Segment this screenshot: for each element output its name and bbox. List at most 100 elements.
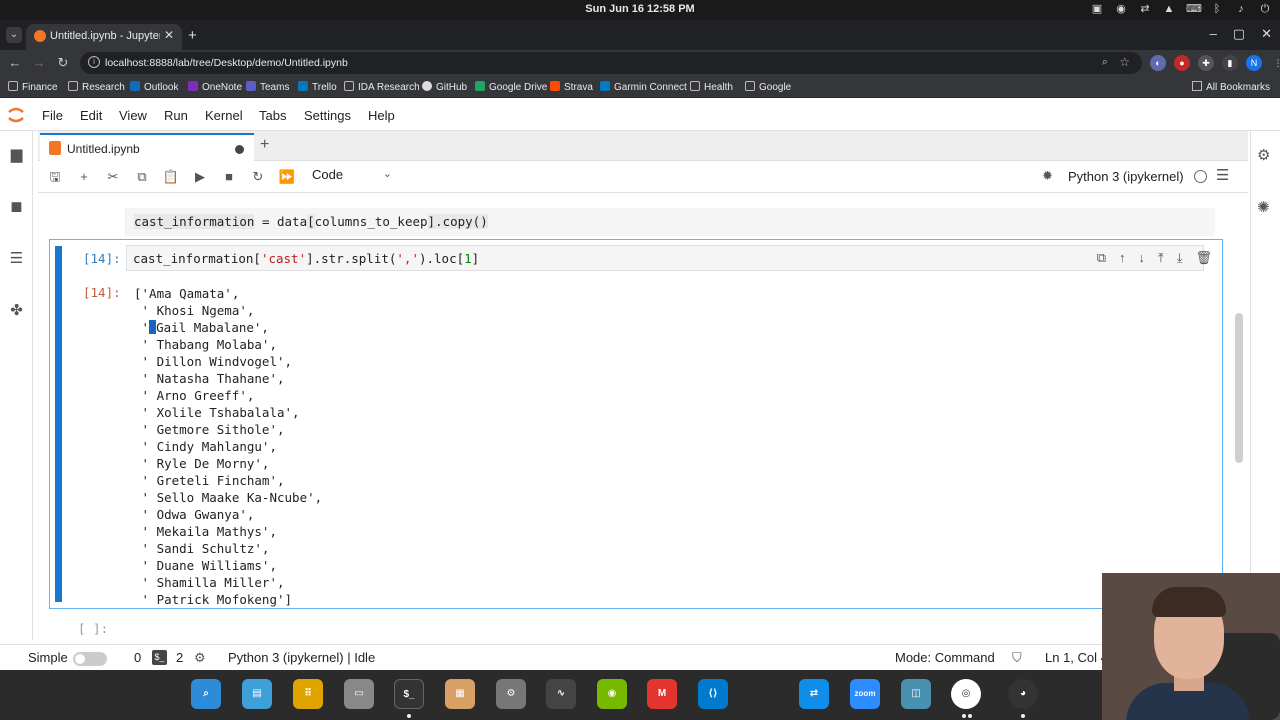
insert-below-icon[interactable]: ⤓ [1177,250,1183,266]
zoom-icon[interactable]: ⌕ [1102,56,1108,69]
insert-above-icon[interactable]: ⤒ [1158,250,1164,266]
file-browser-icon[interactable]: ▆ [7,145,26,164]
bookmark-health[interactable]: Health [690,81,733,93]
shield-icon[interactable]: ⛉ [1012,650,1022,666]
menu-settings[interactable]: Settings [304,108,351,123]
simple-mode-toggle[interactable] [73,652,107,666]
volume-icon[interactable]: ♪ [1234,2,1248,16]
site-info-icon[interactable]: i [88,56,100,68]
terminal-app-icon[interactable]: $_ [394,679,424,709]
bookmark-garmin-connect[interactable]: Garmin Connect [600,81,687,93]
menu-kernel[interactable]: Kernel [205,108,243,123]
property-inspector-icon[interactable]: ⚙ [1257,146,1270,164]
keyboard-icon[interactable]: ⌨ [1186,2,1202,16]
insert-cell-icon[interactable]: + [75,168,93,186]
extensions-puzzle-icon[interactable]: ✚ [1198,55,1214,71]
save-icon[interactable]: 🖫 [46,168,64,186]
copy-icon[interactable]: ⧉ [133,168,151,186]
maximize-icon[interactable]: ▢ [1233,26,1245,42]
cursor-position[interactable]: Ln 1, Col 4 [1045,650,1108,665]
new-tab-icon[interactable]: + [188,27,197,44]
mendeley-icon[interactable]: M [647,679,677,709]
cell-type-select[interactable]: Code ⌄ [312,167,392,187]
running-kernels-icon[interactable]: ◼ [7,197,26,216]
bookmark-trello[interactable]: Trello [298,81,337,93]
forward-icon[interactable]: → [30,54,48,72]
bookmark-google-drive[interactable]: Google Drive [475,81,547,93]
bookmark-google[interactable]: Google [745,81,791,93]
bookmark-research[interactable]: Research [68,81,125,93]
address-bar[interactable]: i localhost:8888/lab/tree/Desktop/demo/U… [80,52,1142,74]
extension-red-icon[interactable]: ● [1174,55,1190,71]
browser-tab-jupyterlab[interactable]: Untitled.ipynb - JupyterLab ✕ [26,24,182,50]
menu-run[interactable]: Run [164,108,188,123]
bookmark-ida-research[interactable]: IDA Research [344,81,420,93]
nvidia-icon[interactable]: ◉ [597,679,627,709]
app-grid-icon[interactable]: ⠿ [293,679,323,709]
bookmark-finance[interactable]: Finance [8,81,58,93]
files-icon[interactable]: ▭ [344,679,374,709]
unsaved-indicator-icon[interactable] [235,145,244,154]
kernel-status-text[interactable]: Python 3 (ipykernel) | Idle [228,650,375,665]
cut-icon[interactable]: ✂ [104,168,122,186]
vpn-icon[interactable]: ◉ [1114,2,1128,16]
reload-icon[interactable]: ↻ [54,54,72,72]
teamviewer-icon[interactable]: ⇄ [1138,2,1152,16]
menu-tabs[interactable]: Tabs [259,108,286,123]
os-clock[interactable]: Sun Jun 16 12:58 PM [0,3,1280,15]
delete-cell-icon[interactable]: 🗑 [1195,250,1212,266]
system-monitor-icon[interactable]: ∿ [546,679,576,709]
power-icon[interactable]: ⏻ [1258,2,1272,16]
file-manager-icon[interactable]: ▤ [242,679,272,709]
screen-icon[interactable]: ▣ [1090,2,1104,16]
menu-file[interactable]: File [42,108,63,123]
close-tab-icon[interactable]: ✕ [164,28,174,42]
stop-icon[interactable]: ■ [220,168,238,186]
bookmark-outlook[interactable]: Outlook [130,81,178,93]
profile-avatar[interactable]: N [1246,55,1262,71]
cell-collapser[interactable] [55,246,62,602]
menu-view[interactable]: View [119,108,147,123]
run-icon[interactable]: ▶ [191,168,209,186]
bookmark-teams[interactable]: Teams [246,81,289,93]
bookmark-star-icon[interactable]: ☆ [1119,55,1130,69]
bookmark-onenote[interactable]: OneNote [188,81,242,93]
network-icon[interactable]: ▲ [1162,2,1176,16]
magnifier-app-icon[interactable]: ⌕ [191,679,221,709]
back-icon[interactable]: ← [6,54,24,72]
hamburger-menu-icon[interactable]: ☰ [1216,166,1229,184]
restart-run-all-icon[interactable]: ⏩ [278,168,296,186]
chrome-icon[interactable]: ◎ [951,679,981,709]
table-of-contents-icon[interactable]: ☰ [7,249,26,268]
zoom-app-icon[interactable]: zoom [850,679,880,709]
close-window-icon[interactable]: ✕ [1261,26,1272,42]
all-bookmarks[interactable]: All Bookmarks [1192,81,1270,93]
obs-icon[interactable]: ◕ [1008,679,1038,709]
tab-search-icon[interactable]: ⌄ [6,27,22,43]
new-launcher-icon[interactable]: + [260,136,269,154]
vscode-icon[interactable]: ⟨⟩ [698,679,728,709]
bluetooth-icon[interactable]: ᛒ [1210,2,1224,16]
settings-gear-icon[interactable]: ⚙ [194,650,206,666]
sidepanel-icon[interactable]: ▮ [1222,55,1238,71]
active-code-cell[interactable]: [14]: cast_information['cast'].str.split… [49,239,1223,609]
minimize-icon[interactable]: – [1210,26,1217,42]
bookmark-strava[interactable]: Strava [550,81,593,93]
debug-bug-icon[interactable]: ✹ [1042,168,1053,184]
move-up-icon[interactable]: ↑ [1119,250,1126,266]
scrollbar-thumb[interactable] [1235,313,1243,463]
browser-menu-icon[interactable]: ⋮ [1270,55,1280,71]
kernel-name[interactable]: Python 3 (ipykernel) [1068,169,1184,184]
terminal-count[interactable]: 2 [176,650,183,665]
duplicate-cell-icon[interactable]: ⧉ [1097,250,1106,266]
teamviewer-app-icon[interactable]: ⇄ [799,679,829,709]
bookmark-github[interactable]: GitHub [422,81,467,93]
extensions-icon[interactable]: ✤ [7,301,26,320]
paste-icon[interactable]: 📋 [162,168,180,186]
menu-help[interactable]: Help [368,108,395,123]
move-down-icon[interactable]: ↓ [1138,250,1145,266]
menu-edit[interactable]: Edit [80,108,102,123]
previous-code-cell[interactable]: cast_information = data[columns_to_keep]… [125,208,1215,236]
cell-input-editor[interactable]: cast_information['cast'].str.split(',').… [126,245,1204,271]
debugger-icon[interactable]: ✺ [1257,198,1270,216]
